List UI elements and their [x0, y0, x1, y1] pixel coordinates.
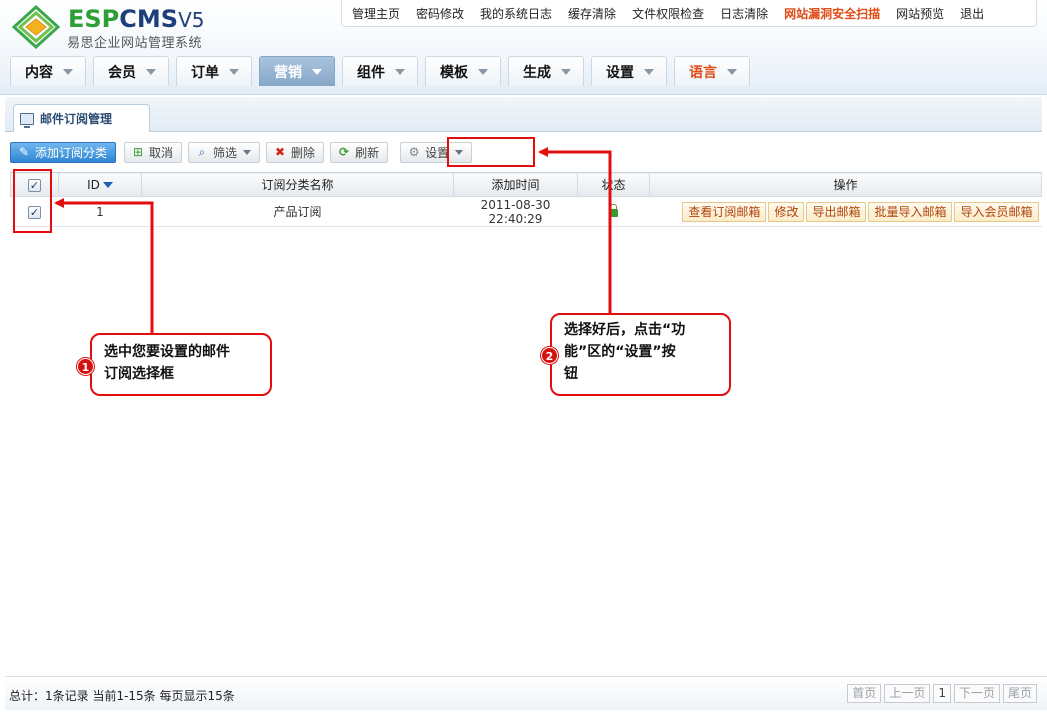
- callout-step-1: 选中您要设置的邮件 订阅选择框: [90, 333, 272, 396]
- prev-page-button[interactable]: 上一页: [884, 684, 931, 703]
- callout-text: 选中您要设置的邮件: [104, 344, 230, 360]
- footer: 总计：1条记录 当前1-15条 每页显示15条 首页 上一页 1 下一页 尾页: [5, 676, 1047, 710]
- callout-text: 能”区的“设置”按: [564, 344, 676, 360]
- step-number-badge: 2: [541, 347, 558, 364]
- next-page-button[interactable]: 下一页: [953, 684, 1000, 703]
- arrow-to-settings: [538, 147, 612, 313]
- current-page-button[interactable]: 1: [933, 684, 951, 703]
- pagination: 首页 上一页 1 下一页 尾页: [844, 684, 1037, 703]
- first-page-button[interactable]: 首页: [847, 684, 882, 703]
- step-number-badge: 1: [77, 358, 94, 375]
- callout-text: 钮: [564, 366, 578, 382]
- record-summary: 总计：1条记录 当前1-15条 每页显示15条: [9, 689, 235, 703]
- callout-text: 选择好后，点击“功: [564, 322, 686, 338]
- callout-step-2: 选择好后，点击“功 能”区的“设置”按 钮: [550, 313, 731, 396]
- last-page-button[interactable]: 尾页: [1002, 684, 1037, 703]
- callout-text: 订阅选择框: [104, 366, 174, 382]
- arrow-to-checkbox: [54, 198, 154, 333]
- admin-page: ESPCMSV5 易思企业网站管理系统 管理主页 密码修改 我的系统日志 缓存清…: [0, 0, 1047, 712]
